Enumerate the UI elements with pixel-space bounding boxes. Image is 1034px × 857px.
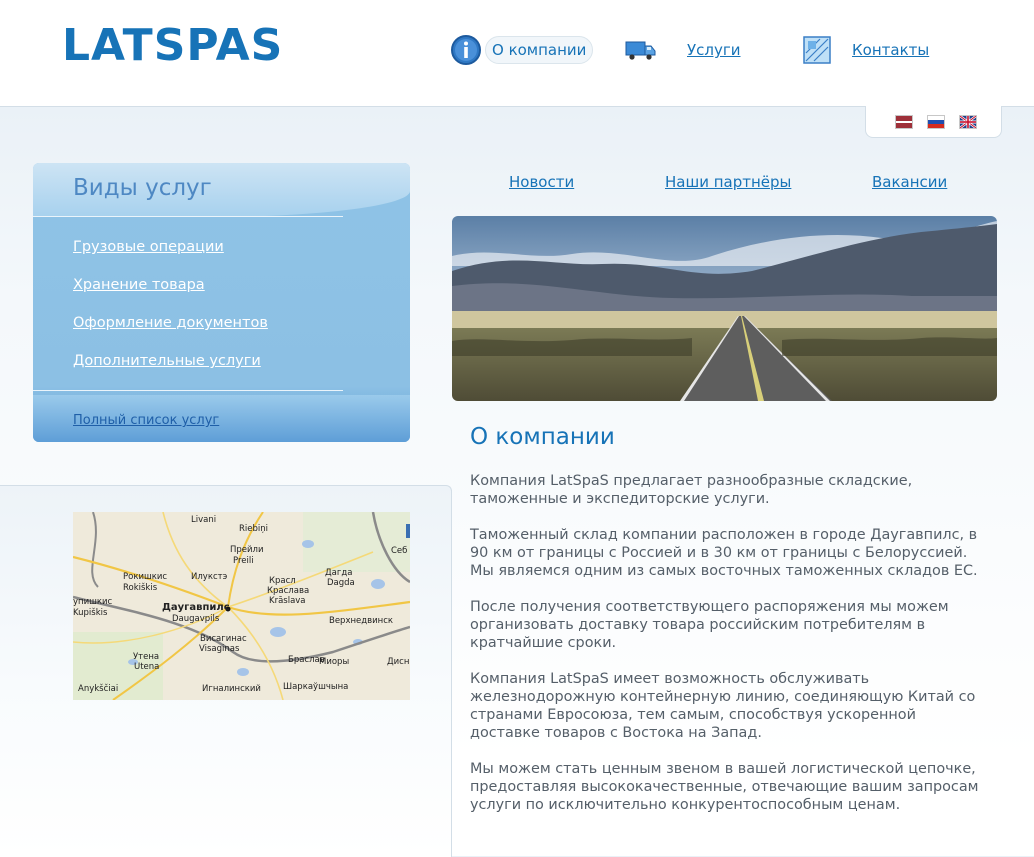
map-label: Kupiškis bbox=[73, 608, 108, 618]
map-label: Дагда bbox=[325, 568, 353, 578]
nav-link-about[interactable]: О компании bbox=[485, 36, 594, 64]
map-label: Utena bbox=[134, 662, 160, 672]
map-label: Краслава bbox=[267, 586, 310, 596]
map-label: Preili bbox=[233, 556, 254, 566]
map-label: Висагинас bbox=[200, 634, 247, 644]
nav-item-services[interactable]: Услуги bbox=[625, 34, 740, 66]
map-label: Верхнедвинск bbox=[329, 616, 394, 626]
about-text: Компания LatSpaS предлагает разнообразны… bbox=[470, 472, 990, 832]
map-label: Visaginas bbox=[199, 644, 240, 654]
language-switcher bbox=[865, 106, 1002, 138]
divider bbox=[33, 216, 343, 217]
flag-latvia-icon[interactable] bbox=[895, 115, 913, 129]
page-title: О компании bbox=[470, 424, 615, 450]
map-label: Riebiņi bbox=[239, 524, 269, 534]
map-label: Илукстэ bbox=[191, 572, 228, 582]
services-footer: Полный список услуг bbox=[33, 395, 410, 442]
nav-link-contacts[interactable]: Контакты bbox=[852, 41, 929, 59]
map-label: упишкис bbox=[73, 597, 113, 607]
divider bbox=[33, 390, 343, 391]
nav-link-services[interactable]: Услуги bbox=[687, 41, 740, 59]
subnav-partners[interactable]: Наши партнёры bbox=[665, 173, 791, 191]
about-paragraph: Таможенный склад компании расположен в г… bbox=[470, 527, 978, 579]
map-label: Миоры bbox=[319, 657, 350, 667]
services-title: Виды услуг bbox=[73, 175, 212, 201]
services-panel: Виды услуг Грузовые операции Хранение то… bbox=[33, 163, 410, 442]
map-label: Прейли bbox=[230, 545, 264, 555]
map-label: Себ bbox=[391, 546, 408, 556]
about-paragraph: После получения соответствующего распоря… bbox=[470, 599, 949, 651]
map-label: Шаркаўшчына bbox=[283, 682, 349, 692]
contacts-icon bbox=[801, 34, 833, 66]
map-label: Рокишкис bbox=[123, 572, 168, 582]
location-map[interactable]: Рокишкис Rokiškis Илукстэ Прейли Preili … bbox=[73, 512, 410, 700]
nav-item-contacts[interactable]: Контакты bbox=[801, 34, 929, 66]
truck-icon bbox=[625, 34, 657, 66]
map-label: Красл bbox=[269, 576, 296, 586]
map-label: Игналинский bbox=[202, 684, 261, 694]
all-services-link[interactable]: Полный список услуг bbox=[73, 413, 219, 428]
subnav-news[interactable]: Новости bbox=[509, 173, 574, 191]
hero-image bbox=[452, 216, 997, 401]
map-label: Даугавпилс bbox=[162, 602, 230, 613]
map-label: Утена bbox=[133, 652, 160, 662]
map-label: Livani bbox=[191, 515, 217, 525]
about-paragraph: Мы можем стать ценным звеном в вашей лог… bbox=[470, 761, 979, 813]
service-link-cargo[interactable]: Грузовые операции bbox=[73, 239, 224, 255]
service-link-storage[interactable]: Хранение товара bbox=[73, 277, 205, 293]
map-box: Рокишкис Rokiškis Илукстэ Прейли Preili … bbox=[0, 485, 452, 857]
about-paragraph: Компания LatSpaS предлагает разнообразны… bbox=[470, 473, 913, 507]
map-label: Rokiškis bbox=[123, 583, 158, 593]
map-label: Krāslava bbox=[269, 596, 306, 606]
about-paragraph: Компания LatSpaS имеет возможность обслу… bbox=[470, 671, 976, 741]
map-label: Daugavpils bbox=[172, 614, 220, 624]
map-label: Dagda bbox=[327, 578, 355, 588]
map-label: Дисн bbox=[387, 657, 410, 667]
info-icon bbox=[450, 34, 482, 66]
nav-item-about[interactable]: О компании bbox=[450, 34, 594, 66]
site-header: LATSPAS О компании Услуги Контакты bbox=[0, 0, 1034, 107]
flag-russia-icon[interactable] bbox=[927, 115, 945, 129]
map-graphic bbox=[73, 512, 410, 700]
flag-uk-icon[interactable] bbox=[959, 115, 977, 129]
service-link-documents[interactable]: Оформление документов bbox=[73, 315, 268, 331]
logo[interactable]: LATSPAS bbox=[62, 24, 283, 68]
map-label: Anykščiai bbox=[78, 684, 119, 694]
subnav-vacancies[interactable]: Вакансии bbox=[872, 173, 947, 191]
service-link-additional[interactable]: Дополнительные услуги bbox=[73, 353, 261, 369]
